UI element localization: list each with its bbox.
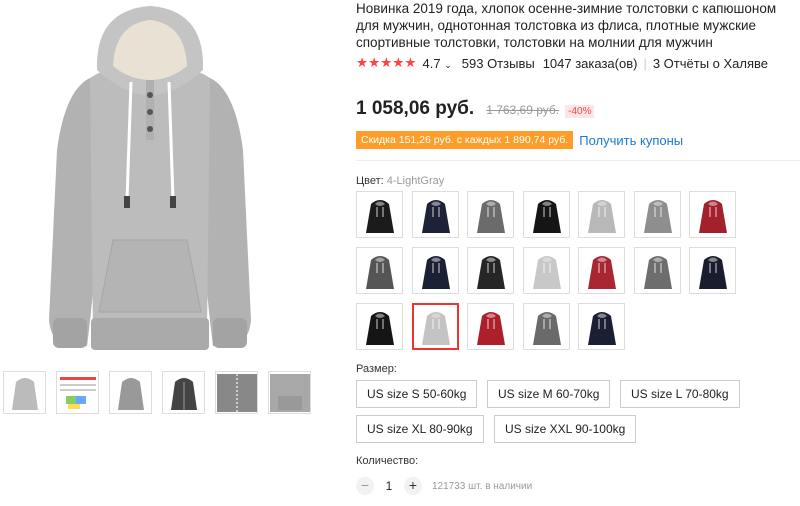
selected-color-name: 4-LightGray xyxy=(386,175,445,187)
color-swatch-13[interactable] xyxy=(634,247,681,294)
hoodie-icon xyxy=(532,255,561,289)
old-price: 1 763,69 руб. xyxy=(486,103,560,117)
size-option-5[interactable]: US size XXL 90-100kg xyxy=(494,415,637,443)
decrease-quantity-button[interactable]: − xyxy=(356,477,374,495)
hoodie-icon xyxy=(532,311,561,345)
product-title: Новинка 2019 года, хлопок осенне-зимние … xyxy=(356,1,777,50)
price-row: 1 058,06 руб. 1 763,69 руб. -40% xyxy=(356,98,595,120)
color-swatch-18[interactable] xyxy=(523,303,570,350)
color-swatch-10[interactable] xyxy=(467,247,514,294)
hoodie-icon xyxy=(698,199,727,233)
quantity-stepper: − 1 + 121733 шт. в наличии xyxy=(356,477,532,495)
color-swatch-17[interactable] xyxy=(467,303,514,350)
hoodie-icon xyxy=(476,311,505,345)
color-swatch-9[interactable] xyxy=(412,247,459,294)
thumbnail-3[interactable] xyxy=(109,371,152,414)
color-swatch-12[interactable] xyxy=(578,247,625,294)
hoodie-icon xyxy=(365,255,394,289)
thumbnail-6[interactable] xyxy=(268,371,311,414)
size-label: Размер: xyxy=(356,363,397,375)
get-coupons-link[interactable]: Получить купоны xyxy=(579,133,683,148)
increase-quantity-button[interactable]: + xyxy=(404,477,422,495)
thumbnail-strip xyxy=(3,371,311,414)
coupon-row: Скидка 151,26 руб. с каждых 1 890,74 руб… xyxy=(356,131,683,149)
color-swatch-14[interactable] xyxy=(689,247,736,294)
hoodie-icon xyxy=(476,255,505,289)
main-product-image[interactable] xyxy=(0,0,300,365)
hoodie-icon xyxy=(643,255,672,289)
size-option-1[interactable]: US size S 50-60kg xyxy=(356,380,478,408)
color-swatch-15[interactable] xyxy=(356,303,403,350)
hoodie-icon xyxy=(698,255,727,289)
reports-link[interactable]: 3 Отчёты о Халяве xyxy=(653,56,768,71)
thumbnail-2[interactable] xyxy=(56,371,99,414)
thumbnail-1[interactable] xyxy=(3,371,46,414)
color-swatch-8[interactable] xyxy=(356,247,403,294)
product-info: Новинка 2019 года, хлопок осенне-зимние … xyxy=(356,0,800,495)
quantity-label: Количество: xyxy=(356,455,419,467)
hoodie-icon xyxy=(421,199,450,233)
hoodie-icon xyxy=(587,199,616,233)
color-swatch-5[interactable] xyxy=(578,191,625,238)
size-option-2[interactable]: US size M 60-70kg xyxy=(487,380,611,408)
hoodie-image xyxy=(49,6,251,350)
star-rating-icons: ★★★★★ xyxy=(356,55,417,70)
rating-value[interactable]: 4.7 ⌄ xyxy=(423,56,452,71)
color-swatch-3[interactable] xyxy=(467,191,514,238)
color-swatch-19[interactable] xyxy=(578,303,625,350)
thumbnail-4[interactable] xyxy=(162,371,205,414)
hoodie-icon xyxy=(532,199,561,233)
chevron-down-icon: ⌄ xyxy=(444,59,452,70)
hoodie-icon xyxy=(421,311,450,345)
size-option-3[interactable]: US size L 70-80kg xyxy=(620,380,740,408)
hoodie-icon xyxy=(587,255,616,289)
discount-badge: -40% xyxy=(565,105,595,118)
color-swatch-4[interactable] xyxy=(523,191,570,238)
rating-row: ★★★★★ 4.7 ⌄ 593 Отзывы 1047 заказа(ов) |… xyxy=(356,55,768,71)
coupon-badge: Скидка 151,26 руб. с каждых 1 890,74 руб… xyxy=(356,131,574,149)
color-swatch-2[interactable] xyxy=(412,191,459,238)
color-swatch-1[interactable] xyxy=(356,191,403,238)
hoodie-icon xyxy=(476,199,505,233)
thumbnail-5[interactable] xyxy=(215,371,258,414)
hoodie-icon xyxy=(365,311,394,345)
reviews-count[interactable]: 593 Отзывы xyxy=(462,56,535,71)
color-swatch-6[interactable] xyxy=(634,191,681,238)
divider: | xyxy=(643,55,647,71)
color-label: Цвет: 4-LightGray xyxy=(356,175,445,187)
quantity-value[interactable]: 1 xyxy=(374,479,404,493)
hoodie-icon xyxy=(421,255,450,289)
color-swatch-11[interactable] xyxy=(523,247,570,294)
section-divider xyxy=(356,160,800,161)
size-option-4[interactable]: US size XL 80-90kg xyxy=(356,415,484,443)
hoodie-icon xyxy=(365,199,394,233)
color-swatch-7[interactable] xyxy=(689,191,736,238)
orders-count: 1047 заказа(ов) xyxy=(542,55,638,71)
current-price: 1 058,06 руб. xyxy=(356,98,475,119)
hoodie-icon xyxy=(587,311,616,345)
color-swatch-16[interactable] xyxy=(412,303,459,350)
hoodie-icon xyxy=(643,199,672,233)
stock-text: 121733 шт. в наличии xyxy=(432,480,533,492)
